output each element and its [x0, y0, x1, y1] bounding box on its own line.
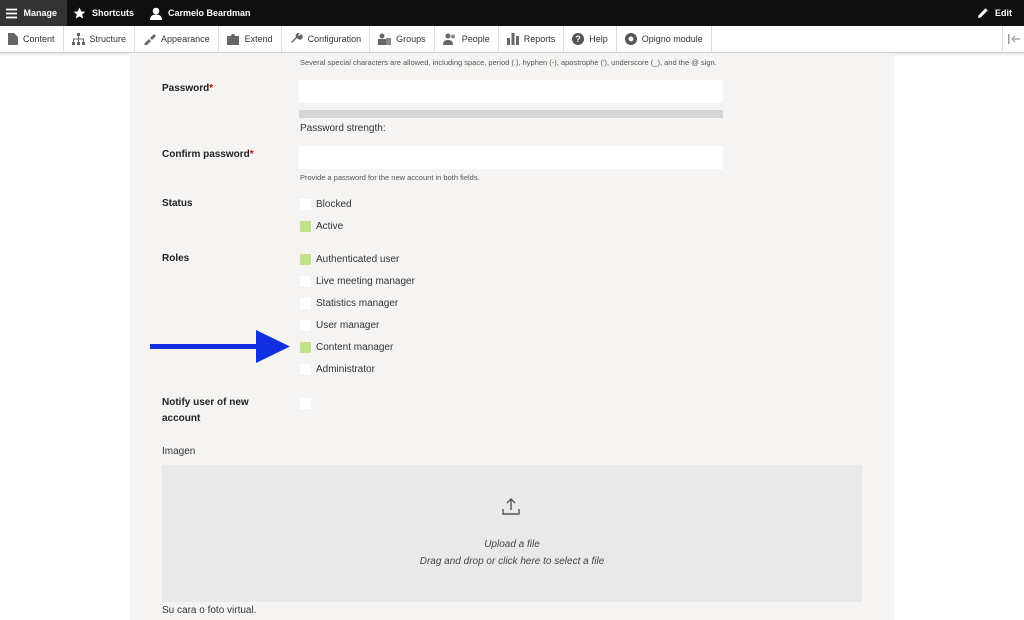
option-label: Administrator [316, 363, 375, 375]
tray-item-extend[interactable]: Extend [219, 26, 282, 52]
option-label: Authenticated user [316, 253, 400, 265]
tray-item-label: Content [23, 34, 55, 44]
tray-item-label: Configuration [307, 34, 362, 44]
confirm-password-label: Confirm password* [162, 147, 254, 163]
user-button[interactable]: Carmelo Beardman [144, 0, 261, 26]
tray-item-groups[interactable]: Groups [370, 26, 435, 52]
tray-orientation-toggle[interactable] [1002, 26, 1024, 52]
tray-item-label: Structure [89, 34, 127, 44]
tray-item-label: Appearance [161, 34, 210, 44]
checkbox-statistics-manager[interactable] [300, 297, 311, 309]
status-option-active[interactable]: Active [300, 219, 343, 233]
role-content-manager[interactable]: Content manager [300, 340, 393, 354]
admin-toolbar: Manage Shortcuts Carmelo Beardman Edit [0, 0, 1024, 26]
tray-item-label: Groups [396, 34, 426, 44]
checkbox-authenticated-user[interactable] [300, 253, 311, 265]
wrench-icon [290, 33, 303, 43]
password-label-text: Password [162, 83, 210, 94]
manage-label: Manage [23, 8, 57, 18]
document-icon [8, 33, 18, 45]
password-strength-meter [299, 110, 723, 118]
password-strength-label: Password strength: [300, 123, 386, 134]
collapse-icon [1007, 34, 1020, 44]
notify-label-line1: Notify user of new [162, 397, 249, 408]
radio-active[interactable] [300, 220, 311, 232]
file-upload-dropzone[interactable]: Upload a file Drag and drop or click her… [162, 465, 862, 602]
password-label: Password* [162, 81, 213, 97]
structure-icon [71, 33, 85, 45]
upload-instructions: Drag and drop or click here to select a … [419, 556, 605, 567]
option-label: Live meeting manager [316, 275, 415, 287]
required-marker: * [209, 83, 214, 94]
tray-item-opigno-module[interactable]: Opigno module [617, 26, 712, 52]
brush-icon [144, 34, 157, 45]
checkbox-content-manager[interactable] [300, 341, 311, 353]
user-icon [150, 7, 163, 20]
tray-item-label: Opigno module [641, 34, 703, 44]
role-live-meeting-manager[interactable]: Live meeting manager [300, 274, 415, 288]
manage-button[interactable]: Manage [0, 0, 67, 26]
roles-label: Roles [162, 253, 190, 264]
shortcuts-button[interactable]: Shortcuts [67, 0, 144, 26]
user-label: Carmelo Beardman [168, 8, 251, 18]
upload-icon [502, 498, 520, 515]
puzzle-icon [226, 34, 239, 45]
annotation-arrow [150, 330, 290, 363]
tray-item-configuration[interactable]: Configuration [282, 26, 371, 52]
image-label: Imagen [162, 446, 196, 457]
checkbox-live-meeting-manager[interactable] [300, 275, 311, 287]
required-marker: * [249, 149, 254, 160]
tray-item-structure[interactable]: Structure [64, 26, 136, 52]
role-statistics-manager[interactable]: Statistics manager [300, 296, 398, 310]
pencil-icon [978, 8, 988, 18]
edit-label: Edit [995, 8, 1012, 18]
tray-item-help[interactable]: ? Help [564, 26, 617, 52]
option-label: Statistics manager [316, 297, 399, 309]
star-icon [73, 7, 86, 18]
image-help: Su cara o foto virtual. [162, 605, 257, 616]
option-label: Active [316, 220, 344, 232]
status-label: Status [162, 198, 193, 209]
tray-item-appearance[interactable]: Appearance [135, 26, 219, 52]
radio-blocked[interactable] [300, 198, 311, 210]
role-authenticated-user[interactable]: Authenticated user [300, 252, 399, 266]
notify-label-line2: account [162, 413, 201, 424]
confirm-help: Provide a password for the new account i… [300, 173, 480, 182]
opigno-icon [624, 33, 637, 45]
tray-item-label: People [461, 34, 490, 44]
admin-tray: Content Structure Appearance Extend Conf… [0, 26, 1024, 53]
groups-icon [378, 33, 392, 45]
confirm-password-label-text: Confirm password [162, 149, 250, 160]
status-option-blocked[interactable]: Blocked [300, 197, 352, 211]
tray-item-label: Help [589, 34, 608, 44]
bar-chart-icon [506, 33, 519, 45]
tray-item-label: Reports [523, 34, 556, 44]
edit-button[interactable]: Edit [971, 0, 1024, 26]
shortcuts-label: Shortcuts [92, 8, 135, 18]
tray-item-content[interactable]: Content [0, 26, 64, 52]
notify-checkbox[interactable] [300, 398, 311, 409]
role-administrator[interactable]: Administrator [300, 362, 375, 376]
svg-text:?: ? [575, 34, 581, 44]
tray-item-reports[interactable]: Reports [499, 26, 565, 52]
option-label: User manager [316, 319, 380, 331]
checkbox-user-manager[interactable] [300, 319, 311, 331]
password-input[interactable] [299, 80, 723, 103]
option-label: Content manager [316, 341, 394, 353]
tray-item-label: Extend [244, 34, 273, 44]
people-icon [442, 33, 455, 45]
hamburger-icon [6, 8, 18, 18]
username-help: Several special characters are allowed, … [300, 58, 717, 67]
checkbox-administrator[interactable] [300, 363, 311, 375]
upload-title: Upload a file [484, 539, 540, 550]
tray-item-people[interactable]: People [435, 26, 499, 52]
role-user-manager[interactable]: User manager [300, 318, 379, 332]
confirm-password-input[interactable] [299, 146, 723, 169]
help-icon: ? [572, 33, 585, 45]
option-label: Blocked [316, 198, 352, 210]
